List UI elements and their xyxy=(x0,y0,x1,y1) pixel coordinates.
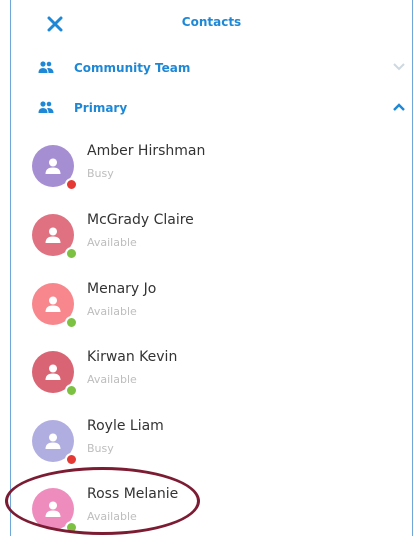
status-dot-icon xyxy=(65,178,78,191)
chevron-up-icon[interactable] xyxy=(392,102,406,112)
contact-row[interactable]: Amber Hirshman Busy xyxy=(11,137,412,205)
people-icon xyxy=(38,61,54,73)
contact-row[interactable]: Kirwan Kevin Available xyxy=(11,343,412,411)
group-primary[interactable]: Primary xyxy=(11,90,412,126)
group-label: Primary xyxy=(74,101,128,115)
contact-status: Busy xyxy=(87,442,114,455)
contact-status: Available xyxy=(87,236,137,249)
group-community-team[interactable]: Community Team xyxy=(11,50,412,86)
contact-name: McGrady Claire xyxy=(87,212,194,228)
contact-status: Busy xyxy=(87,167,114,180)
page-title: Contacts xyxy=(181,15,242,29)
contact-name: Amber Hirshman xyxy=(87,143,206,159)
contact-name: Menary Jo xyxy=(87,281,157,297)
status-dot-icon xyxy=(65,316,78,329)
header: Contacts xyxy=(11,0,412,46)
contact-name: Ross Melanie xyxy=(87,486,179,502)
status-dot-icon xyxy=(65,521,78,534)
person-icon xyxy=(45,433,61,449)
people-icon xyxy=(38,101,54,113)
status-dot-icon xyxy=(65,247,78,260)
person-icon xyxy=(45,501,61,517)
person-icon xyxy=(45,296,61,312)
contact-row[interactable]: Menary Jo Available xyxy=(11,275,412,343)
contact-row[interactable]: McGrady Claire Available xyxy=(11,206,412,274)
person-icon xyxy=(45,227,61,243)
status-dot-icon xyxy=(65,384,78,397)
person-icon xyxy=(45,364,61,380)
contact-name: Royle Liam xyxy=(87,418,164,434)
group-label: Community Team xyxy=(74,61,191,75)
contacts-panel: Contacts Community Team Primary Amber Hi… xyxy=(5,0,413,536)
contact-row[interactable]: Ross Melanie Available xyxy=(11,480,412,548)
contact-status: Available xyxy=(87,373,137,386)
contact-row[interactable]: Royle Liam Busy xyxy=(11,412,412,480)
contact-name: Kirwan Kevin xyxy=(87,349,178,365)
person-icon xyxy=(45,158,61,174)
chevron-down-icon[interactable] xyxy=(392,62,406,72)
status-dot-icon xyxy=(65,453,78,466)
contact-status: Available xyxy=(87,305,137,318)
contact-status: Available xyxy=(87,510,137,523)
